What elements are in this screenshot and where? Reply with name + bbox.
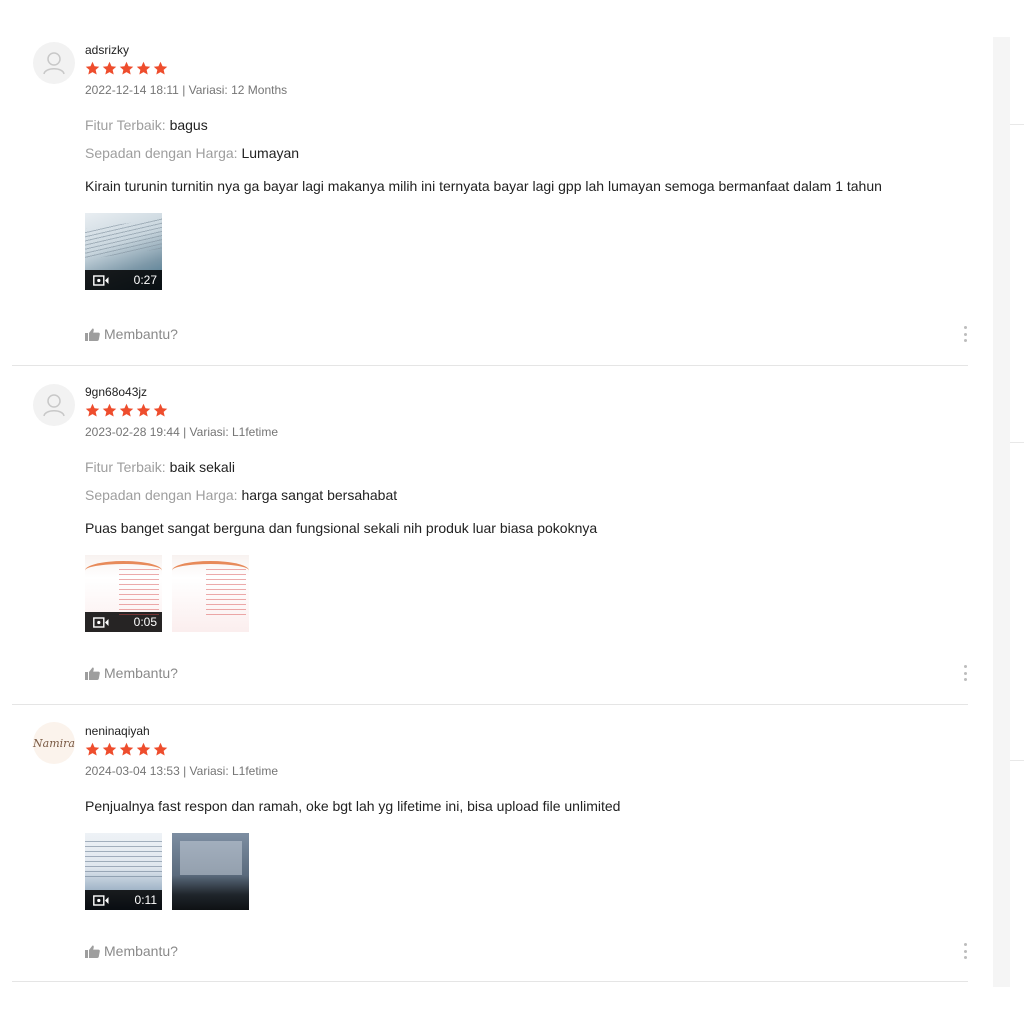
divider <box>1010 124 1024 125</box>
star-icon <box>85 742 100 756</box>
image-thumbnail[interactable] <box>172 833 249 910</box>
review-meta: 2023-02-28 19:44 | Variasi: L1fetime <box>85 425 279 439</box>
avatar-logo-text: Namira <box>33 736 75 750</box>
star-icon <box>136 403 151 417</box>
username[interactable]: adsrizky <box>85 42 968 58</box>
video-thumbnail[interactable]: 0:27 <box>85 213 162 290</box>
helpful-label: Membantu? <box>104 943 178 959</box>
star-icon <box>119 403 134 417</box>
review-comment: Puas banget sangat berguna dan fungsiona… <box>85 520 598 536</box>
star-icon <box>85 61 100 75</box>
video-camera-icon <box>93 616 109 628</box>
rating-stars <box>85 61 968 77</box>
review-item: adsrizky 2022-12-14 18:11 | Variasi: 12 … <box>12 0 968 366</box>
review-meta: 2024-03-04 13:53 | Variasi: L1fetime <box>85 764 279 778</box>
video-thumbnail[interactable]: 0:05 <box>85 555 162 632</box>
star-icon <box>102 742 117 756</box>
video-camera-icon <box>93 274 109 286</box>
star-icon <box>85 403 100 417</box>
review-media: 0:05 <box>85 555 968 632</box>
star-icon <box>153 403 168 417</box>
star-icon <box>119 61 134 75</box>
field-best-feature: Fitur Terbaik: bagus <box>85 116 968 134</box>
video-thumbnail[interactable]: 0:11 <box>85 833 162 910</box>
username[interactable]: 9gn68o43jz <box>85 384 968 400</box>
star-icon <box>102 403 117 417</box>
field-label: Sepadan dengan Harga: <box>85 145 238 161</box>
video-duration: 0:27 <box>133 273 157 287</box>
review-comment: Penjualnya fast respon dan ramah, oke bg… <box>85 798 621 814</box>
review-item: Namira neninaqiyah 2024-03-04 13:53 | Va… <box>12 705 968 982</box>
star-icon <box>136 61 151 75</box>
user-icon <box>43 52 65 75</box>
video-duration: 0:05 <box>133 615 157 629</box>
more-options-icon[interactable] <box>958 664 972 682</box>
field-label: Fitur Terbaik: <box>85 459 166 475</box>
thumbs-up-icon <box>85 328 100 341</box>
user-icon <box>43 394 65 417</box>
avatar[interactable]: Namira <box>33 722 75 764</box>
field-value-for-money: Sepadan dengan Harga: Lumayan <box>85 144 968 162</box>
avatar[interactable] <box>33 42 75 84</box>
divider <box>1010 760 1024 761</box>
helpful-label: Membantu? <box>104 665 178 681</box>
review-list: adsrizky 2022-12-14 18:11 | Variasi: 12 … <box>12 0 968 982</box>
field-value: harga sangat bersahabat <box>241 487 398 503</box>
helpful-button[interactable]: Membantu? <box>85 326 178 342</box>
helpful-button[interactable]: Membantu? <box>85 665 178 681</box>
video-duration: 0:11 <box>134 893 157 907</box>
field-label: Fitur Terbaik: <box>85 117 166 133</box>
review-media: 0:27 <box>85 213 968 290</box>
more-options-icon[interactable] <box>958 325 972 343</box>
username[interactable]: neninaqiyah <box>85 723 968 739</box>
star-icon <box>119 742 134 756</box>
field-value: baik sekali <box>169 459 235 475</box>
review-meta: 2022-12-14 18:11 | Variasi: 12 Months <box>85 83 288 97</box>
helpful-button[interactable]: Membantu? <box>85 943 178 959</box>
side-panel <box>993 37 1010 987</box>
star-icon <box>153 61 168 75</box>
avatar[interactable] <box>33 384 75 426</box>
star-icon <box>153 742 168 756</box>
field-value: bagus <box>169 117 208 133</box>
star-icon <box>102 61 117 75</box>
divider <box>1010 442 1024 443</box>
rating-stars <box>85 742 968 758</box>
thumbs-up-icon <box>85 667 100 680</box>
field-value: Lumayan <box>241 145 300 161</box>
helpful-label: Membantu? <box>104 326 178 342</box>
review-comment: Kirain turunin turnitin nya ga bayar lag… <box>85 178 882 194</box>
star-icon <box>136 742 151 756</box>
thumbs-up-icon <box>85 945 100 958</box>
review-media: 0:11 <box>85 833 968 910</box>
review-item: 9gn68o43jz 2023-02-28 19:44 | Variasi: L… <box>12 366 968 705</box>
more-options-icon[interactable] <box>958 942 972 960</box>
video-camera-icon <box>93 894 109 906</box>
video-bar: 0:11 <box>85 890 162 910</box>
field-label: Sepadan dengan Harga: <box>85 487 238 503</box>
field-value-for-money: Sepadan dengan Harga: harga sangat bersa… <box>85 486 968 504</box>
video-bar: 0:27 <box>85 270 162 290</box>
video-bar: 0:05 <box>85 612 162 632</box>
rating-stars <box>85 403 968 419</box>
image-thumbnail[interactable] <box>172 555 249 632</box>
field-best-feature: Fitur Terbaik: baik sekali <box>85 458 968 476</box>
